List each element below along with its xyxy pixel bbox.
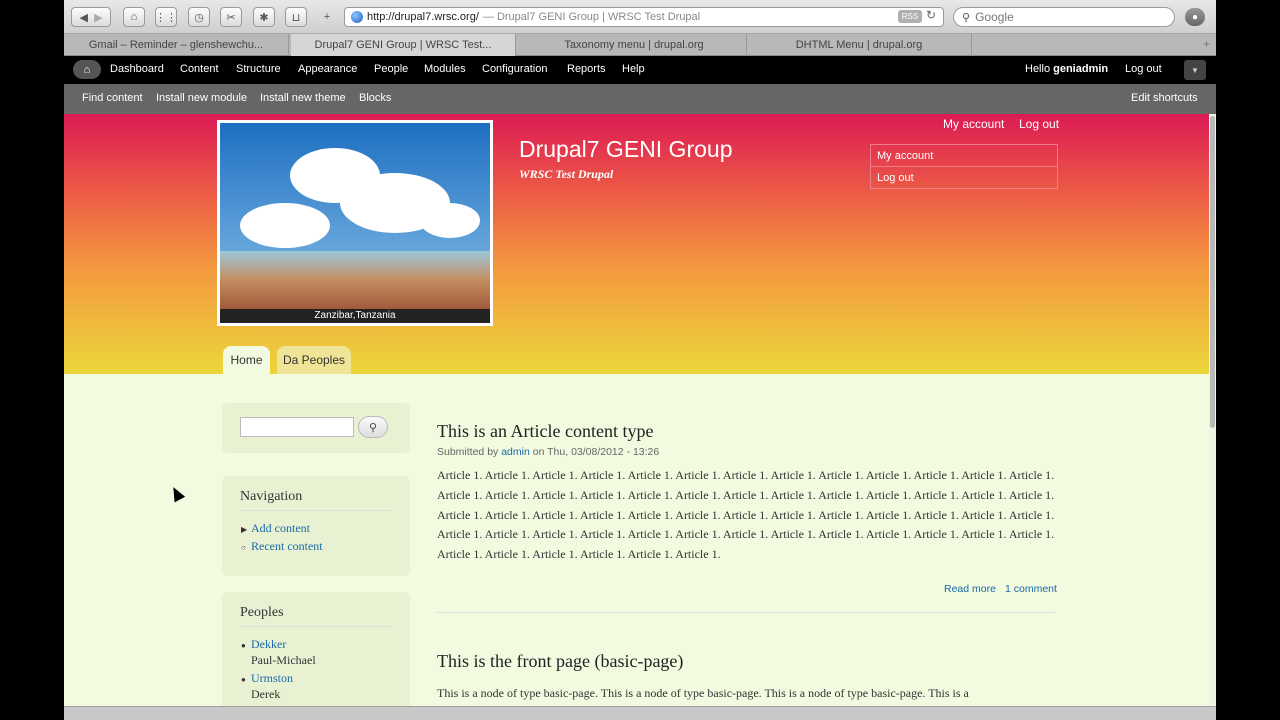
- tab-drupal7[interactable]: Drupal7 GENI Group | WRSC Test...: [291, 34, 516, 56]
- tab-dhtml-menu[interactable]: DHTML Menu | drupal.org: [747, 34, 972, 56]
- tab-da-peoples[interactable]: Da Peoples: [277, 346, 351, 374]
- history-icon[interactable]: ◷: [188, 7, 210, 27]
- tab-home[interactable]: Home: [223, 346, 270, 374]
- search-button[interactable]: ⚲: [358, 416, 388, 438]
- site-name[interactable]: Drupal7 GENI Group: [519, 136, 732, 163]
- rss-badge[interactable]: RSS: [898, 10, 922, 23]
- comments-link[interactable]: 1 comment: [1005, 583, 1057, 595]
- banner-beach: [220, 251, 490, 309]
- navigation-divider: [240, 510, 392, 511]
- nav-recent-content[interactable]: Recent content: [251, 539, 323, 554]
- scrollbar-thumb[interactable]: [1210, 116, 1215, 428]
- collapsed-arrow-icon: ▶: [241, 525, 248, 534]
- site-header: Zanzibar,Tanzania Drupal7 GENI Group WRS…: [64, 114, 1209, 374]
- banner-image[interactable]: Zanzibar,Tanzania: [217, 120, 493, 326]
- article-body: Article 1. Article 1. Article 1. Article…: [437, 468, 1055, 562]
- peoples-block: Peoples ● Dekker Paul-Michael ● Urmston …: [222, 592, 410, 712]
- node-divider: [437, 612, 1055, 613]
- search-block: ⚲: [222, 403, 410, 453]
- admin-configuration[interactable]: Configuration: [482, 63, 547, 75]
- admin-toolbar: ⌂ Dashboard Content Structure Appearance…: [64, 56, 1216, 84]
- tools-icon[interactable]: ✂: [220, 7, 242, 27]
- navigation-title: Navigation: [240, 489, 303, 504]
- admin-people[interactable]: People: [374, 63, 408, 75]
- browser-window: ◀ ▶ ⌂ ⋮⋮ ◷ ✂ ✱ ⊔ + http://drupal7.wrsc.o…: [64, 0, 1216, 720]
- cloud-shape: [420, 203, 480, 238]
- globe-icon: [351, 11, 363, 23]
- author-link[interactable]: admin: [501, 446, 530, 458]
- tab-taxonomy-menu[interactable]: Taxonomy menu | drupal.org: [522, 34, 747, 56]
- tab-bar: Gmail – Reminder – glenshewchu... Drupal…: [64, 34, 1216, 56]
- url-page-title: — Drupal7 GENI Group | WRSC Test Drupal: [482, 11, 701, 23]
- tab-gmail[interactable]: Gmail – Reminder – glenshewchu...: [64, 34, 289, 56]
- shortcut-bar: Find content Install new module Install …: [64, 84, 1216, 114]
- article-title[interactable]: This is an Article content type: [437, 421, 653, 442]
- leaf-bullet-icon: ○: [241, 543, 246, 552]
- forward-icon[interactable]: ▶: [94, 11, 102, 24]
- shortcut-install-theme[interactable]: Install new theme: [260, 92, 346, 104]
- search-icon: ⚲: [962, 11, 971, 24]
- browser-toolbar: ◀ ▶ ⌂ ⋮⋮ ◷ ✂ ✱ ⊔ + http://drupal7.wrsc.o…: [64, 0, 1216, 34]
- home-icon[interactable]: ⌂: [123, 7, 145, 27]
- list-bullet-icon: ●: [241, 641, 246, 650]
- peoples-divider: [240, 626, 392, 627]
- address-bar[interactable]: http://drupal7.wrsc.org/ — Drupal7 GENI …: [344, 7, 944, 27]
- user-menu-my-account[interactable]: My account: [871, 145, 1057, 167]
- add-tab-icon[interactable]: +: [317, 7, 337, 27]
- person-first-name: Paul-Michael: [251, 653, 316, 667]
- person-last-name[interactable]: Dekker: [251, 637, 286, 652]
- peoples-title: Peoples: [240, 605, 284, 620]
- submitted-prefix: Submitted by: [437, 446, 502, 458]
- search-icon: ⚲: [368, 421, 378, 434]
- secondary-my-account[interactable]: My account: [943, 117, 1004, 131]
- reload-icon[interactable]: ↻: [926, 8, 936, 22]
- site-slogan: WRSC Test Drupal: [519, 167, 614, 181]
- person-last-name[interactable]: Urmston: [251, 671, 293, 686]
- user-menu-log-out[interactable]: Log out: [871, 167, 1057, 189]
- page-node-body: This is a node of type basic-page. This …: [437, 686, 969, 700]
- admin-structure[interactable]: Structure: [236, 63, 281, 75]
- admin-reports[interactable]: Reports: [567, 63, 606, 75]
- shortcut-toggle-icon[interactable]: ▼: [1184, 60, 1206, 80]
- username-link[interactable]: geniadmin: [1053, 63, 1108, 75]
- shortcut-install-module[interactable]: Install new module: [156, 92, 247, 104]
- bookmark-icon[interactable]: ⊔: [285, 7, 307, 27]
- apps-grid-icon[interactable]: ⋮⋮: [155, 7, 177, 27]
- read-more-link[interactable]: Read more: [944, 583, 996, 595]
- user-menu-block: My account Log out: [870, 144, 1058, 189]
- status-bar: [64, 706, 1216, 720]
- browser-search-input[interactable]: ⚲ Google: [953, 7, 1175, 27]
- admin-dashboard[interactable]: Dashboard: [110, 63, 164, 75]
- admin-help[interactable]: Help: [622, 63, 645, 75]
- admin-appearance[interactable]: Appearance: [298, 63, 357, 75]
- bug-icon[interactable]: ●: [1185, 8, 1205, 26]
- person-first-name: Derek: [251, 687, 281, 701]
- edit-shortcuts[interactable]: Edit shortcuts: [1131, 92, 1198, 104]
- hello-user: Hello geniadmin: [1025, 63, 1108, 75]
- admin-home-icon[interactable]: ⌂: [73, 60, 101, 79]
- site-search-input[interactable]: [240, 417, 354, 437]
- search-placeholder: Google: [975, 10, 1014, 24]
- list-bullet-icon: ●: [241, 675, 246, 684]
- navigation-block: Navigation ▶ Add content ○ Recent conten…: [222, 476, 410, 576]
- url-text: http://drupal7.wrsc.org/: [367, 11, 479, 23]
- new-tab-icon[interactable]: +: [1203, 37, 1210, 51]
- article-submitted: Submitted by admin on Thu, 03/08/2012 - …: [437, 446, 659, 458]
- shortcut-find-content[interactable]: Find content: [82, 92, 143, 104]
- submitted-date: on Thu, 03/08/2012 - 13:26: [529, 446, 660, 458]
- nav-add-content[interactable]: Add content: [251, 521, 310, 536]
- back-icon[interactable]: ◀: [79, 11, 87, 24]
- admin-content[interactable]: Content: [180, 63, 219, 75]
- page-node-title[interactable]: This is the front page (basic-page): [437, 651, 683, 672]
- cloud-shape: [240, 203, 330, 248]
- admin-modules[interactable]: Modules: [424, 63, 466, 75]
- admin-logout[interactable]: Log out: [1125, 63, 1162, 75]
- back-forward-buttons[interactable]: ◀ ▶: [71, 7, 111, 27]
- banner-caption: Zanzibar,Tanzania: [220, 309, 490, 323]
- puzzle-icon[interactable]: ✱: [253, 7, 275, 27]
- shortcut-blocks[interactable]: Blocks: [359, 92, 391, 104]
- hello-prefix: Hello: [1025, 63, 1054, 75]
- secondary-log-out[interactable]: Log out: [1019, 117, 1059, 131]
- mouse-cursor: [168, 484, 186, 503]
